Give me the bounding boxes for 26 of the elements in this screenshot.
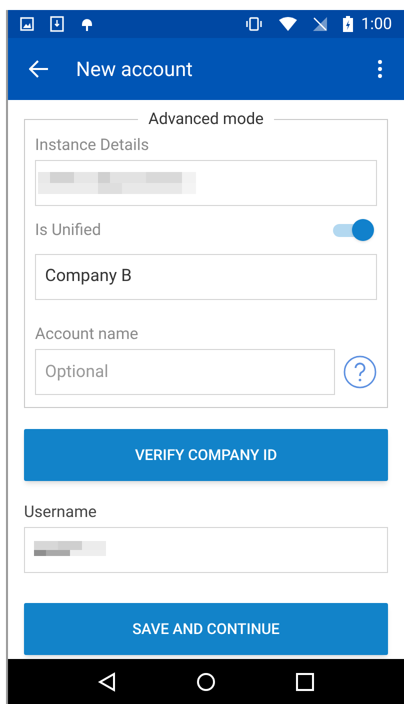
company-field[interactable]: Company B (35, 254, 377, 300)
battery-charging-icon (343, 16, 354, 32)
download-icon (50, 16, 64, 32)
field-label: Instance Details (35, 135, 150, 154)
back-icon[interactable] (98, 672, 116, 692)
instance-field[interactable] (35, 160, 377, 206)
save-button[interactable]: SAVE AND CONTINUE (24, 603, 388, 655)
image-icon (20, 17, 34, 31)
screen-title: New account (76, 56, 194, 83)
username-field[interactable] (24, 527, 388, 573)
switch-label: Is Unified (35, 219, 102, 241)
help-icon[interactable] (343, 355, 377, 389)
panel-legend: Advanced mode (148, 109, 264, 128)
recents-icon[interactable] (296, 672, 314, 690)
verify-button[interactable]: VERIFY COMPANY ID (24, 429, 388, 481)
back-arrow-icon (29, 60, 49, 78)
clock: 1:00 (361, 13, 392, 35)
wifi-icon (279, 17, 298, 31)
toggle-switch[interactable] (332, 219, 374, 241)
field-label: Account name (35, 324, 138, 343)
no-signal-icon (313, 17, 328, 31)
field-label: Username (24, 502, 97, 521)
vibrate-icon (245, 17, 264, 31)
home-icon[interactable] (196, 672, 216, 692)
redaction-drawing (34, 541, 106, 559)
account-name-field[interactable]: Optional (35, 349, 335, 395)
